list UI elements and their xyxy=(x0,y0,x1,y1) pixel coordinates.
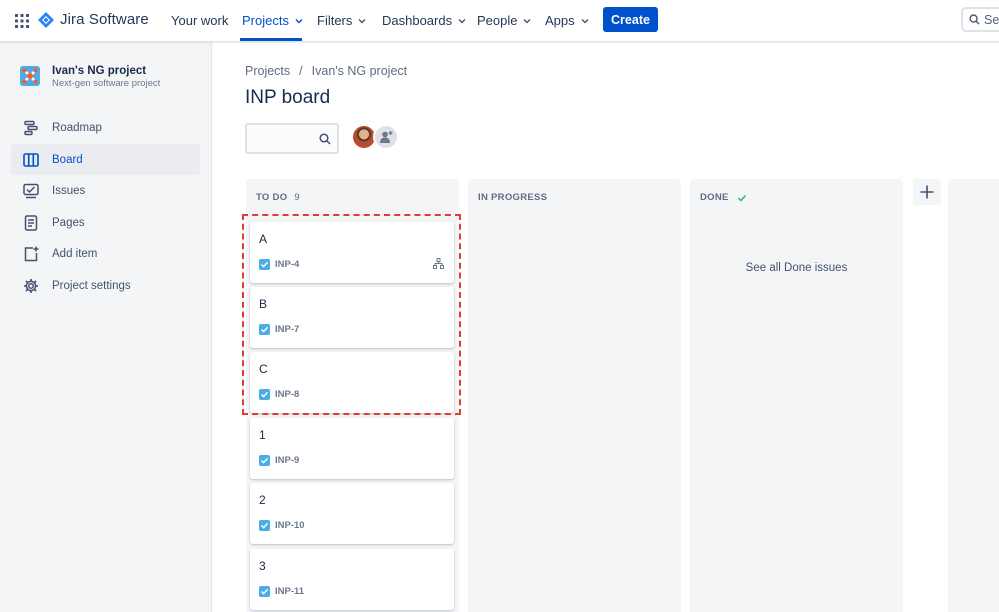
column-partial xyxy=(948,179,999,612)
add-people-button[interactable] xyxy=(373,124,399,150)
nav-label: Your work xyxy=(171,13,229,28)
column-title: IN PROGRESS xyxy=(478,192,548,203)
jira-diamond-icon xyxy=(38,11,54,28)
roadmap-icon xyxy=(24,120,38,135)
nav-filters[interactable]: Filters xyxy=(317,13,366,28)
board-search-input[interactable] xyxy=(245,123,339,154)
project-avatar-icon[interactable] xyxy=(20,66,40,86)
issue-card[interactable]: 3 INP-11 xyxy=(250,549,454,610)
see-all-done-link[interactable]: See all Done issues xyxy=(690,262,903,274)
app-switcher-icon[interactable] xyxy=(14,13,30,29)
top-navigation: Jira Software Your work Projects Filters… xyxy=(0,0,999,42)
column-done: DONE See all Done issues xyxy=(690,179,903,612)
add-item-icon xyxy=(24,246,39,261)
jira-logo[interactable]: Jira Software xyxy=(38,11,149,28)
issue-key: INP-10 xyxy=(275,520,305,531)
search-placeholder: Se xyxy=(984,12,999,27)
card-key: INP-10 xyxy=(259,520,305,531)
project-name[interactable]: Ivan's NG project xyxy=(52,65,146,77)
sidebar-item-label: Issues xyxy=(52,184,86,197)
sidebar-item-issues[interactable]: Issues xyxy=(11,175,200,206)
issue-key: INP-11 xyxy=(275,586,305,597)
create-button[interactable]: Create xyxy=(603,7,658,32)
issues-icon xyxy=(23,183,39,198)
column-header: TO DO 9 xyxy=(256,192,300,203)
add-person-icon xyxy=(380,131,393,143)
chevron-down-icon xyxy=(295,18,303,23)
breadcrumb-project[interactable]: Ivan's NG project xyxy=(312,64,407,78)
breadcrumb: Projects / Ivan's NG project xyxy=(245,64,407,78)
chevron-down-icon xyxy=(523,18,531,23)
nav-label: Projects xyxy=(242,13,289,28)
sidebar-item-label: Roadmap xyxy=(52,121,102,134)
column-title: DONE xyxy=(700,192,729,203)
chevron-down-icon xyxy=(581,18,589,23)
logo-text: Jira Software xyxy=(60,11,149,28)
card-key: INP-11 xyxy=(259,586,304,597)
gear-icon xyxy=(24,278,38,293)
sidebar-item-label: Add item xyxy=(52,247,98,260)
nav-label: Filters xyxy=(317,13,353,28)
sidebar-item-add-item[interactable]: Add item xyxy=(11,238,200,269)
nav-label: Dashboards xyxy=(382,13,453,28)
nav-projects[interactable]: Projects xyxy=(242,13,303,28)
done-check-icon xyxy=(737,194,746,202)
selection-highlight xyxy=(242,214,461,415)
column-in-progress: IN PROGRESS xyxy=(468,179,681,612)
issue-card[interactable]: 1 INP-9 xyxy=(250,418,454,479)
active-nav-indicator xyxy=(240,38,302,41)
plus-icon xyxy=(920,185,934,199)
task-checkbox-icon xyxy=(259,520,270,531)
page-title: INP board xyxy=(245,87,331,108)
project-sidebar: Ivan's NG project Next-gen software proj… xyxy=(0,42,212,612)
search-icon xyxy=(319,133,331,145)
column-header: DONE xyxy=(700,192,747,203)
chevron-down-icon xyxy=(458,18,466,23)
card-title: 1 xyxy=(259,428,266,442)
nav-your-work[interactable]: Your work xyxy=(171,13,228,28)
sidebar-item-label: Board xyxy=(52,153,83,166)
sidebar-item-roadmap[interactable]: Roadmap xyxy=(11,112,200,143)
breadcrumb-separator: / xyxy=(299,64,303,78)
card-key: INP-9 xyxy=(259,455,299,466)
add-column-button[interactable] xyxy=(913,179,941,205)
column-issue-count: 9 xyxy=(294,192,301,203)
task-checkbox-icon xyxy=(259,586,270,597)
card-title: 3 xyxy=(259,559,266,573)
nav-people[interactable]: People xyxy=(477,13,531,28)
project-type: Next-gen software project xyxy=(52,78,161,89)
nav-dashboards[interactable]: Dashboards xyxy=(382,13,466,28)
issue-card[interactable]: 2 INP-10 xyxy=(250,483,454,544)
global-search-input[interactable]: Se xyxy=(961,7,999,32)
sidebar-item-project-settings[interactable]: Project settings xyxy=(11,270,200,301)
sidebar-item-label: Project settings xyxy=(52,279,131,292)
column-title: TO DO xyxy=(256,192,288,203)
sidebar-item-board[interactable]: Board xyxy=(11,144,200,175)
column-header: IN PROGRESS xyxy=(478,192,547,203)
nav-label: Apps xyxy=(545,13,575,28)
card-title: 2 xyxy=(259,493,266,507)
task-checkbox-icon xyxy=(259,455,270,466)
breadcrumb-projects[interactable]: Projects xyxy=(245,64,290,78)
nav-apps[interactable]: Apps xyxy=(545,13,589,28)
search-icon xyxy=(969,14,980,25)
chevron-down-icon xyxy=(358,18,366,23)
sidebar-item-pages[interactable]: Pages xyxy=(11,207,200,238)
board-icon xyxy=(23,152,39,167)
sidebar-item-label: Pages xyxy=(52,216,85,229)
nav-label: People xyxy=(477,13,518,28)
pages-icon xyxy=(24,214,38,231)
issue-key: INP-9 xyxy=(275,455,300,466)
